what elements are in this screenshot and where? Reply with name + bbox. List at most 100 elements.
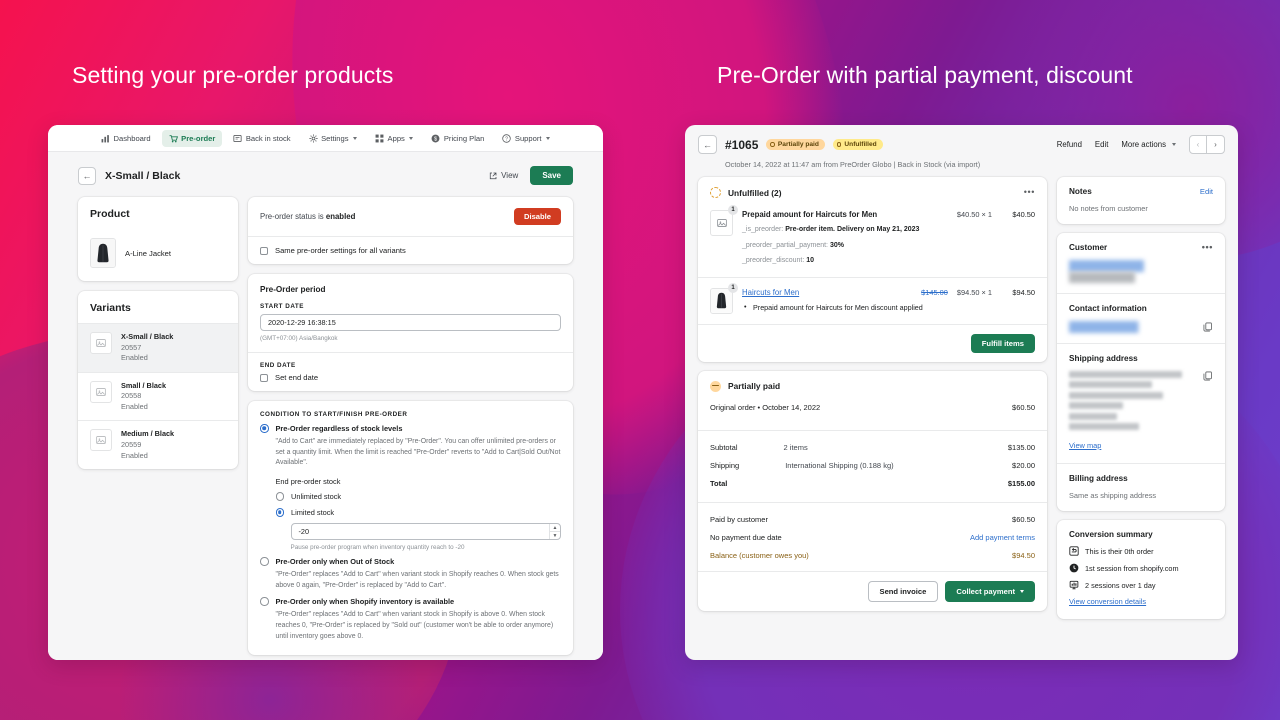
option-label: Pre-Order only when Out of Stock	[275, 557, 395, 567]
edit-button[interactable]: Edit	[1095, 140, 1108, 149]
prev-order-button[interactable]: ‹	[1190, 136, 1207, 153]
end-date-label: END DATE	[260, 362, 296, 369]
nav-item-back-in-stock[interactable]: Back in stock	[226, 130, 297, 147]
condition-option-1[interactable]: Pre-Order regardless of stock levels "Ad…	[260, 424, 561, 551]
stock-option-unlimited[interactable]: Unlimited stock	[275, 492, 562, 502]
add-payment-terms-link[interactable]: Add payment terms	[970, 531, 1035, 545]
status-badge-unfulfilled: Unfulfilled	[832, 139, 883, 150]
view-conversion-details-link[interactable]: View conversion details	[1069, 597, 1146, 606]
order-sidebar: Notes Edit No notes from customer Custom…	[1057, 177, 1225, 628]
same-settings-checkbox-row[interactable]: Same pre-order settings for all variants	[260, 246, 561, 255]
condition-option-3[interactable]: Pre-Order only when Shopify inventory is…	[260, 597, 561, 642]
line-item-quantity-badge: 1	[728, 205, 738, 215]
radio-icon[interactable]	[275, 492, 284, 501]
notes-card: Notes Edit No notes from customer	[1057, 177, 1225, 225]
line-item: 1 Prepaid amount for Haircuts for Men $4…	[698, 200, 1047, 277]
radio-icon[interactable]	[260, 597, 269, 606]
property-value: 30%	[829, 241, 844, 249]
variant-sku: 20558	[121, 391, 142, 401]
stock-option-limited[interactable]: Limited stock	[275, 508, 562, 518]
line-item-name-link[interactable]: Haircuts for Men	[742, 288, 799, 298]
variant-row[interactable]: Small / Black 20558 Enabled	[78, 371, 238, 421]
product-name: A-Line Jacket	[125, 248, 172, 258]
app-top-navigation: Dashboard Pre-order Back in stock Settin…	[48, 125, 603, 152]
gear-icon	[309, 133, 318, 143]
send-invoice-button[interactable]: Send invoice	[867, 581, 939, 603]
nav-label: Apps	[387, 133, 405, 143]
copy-icon[interactable]	[1203, 322, 1213, 332]
back-button[interactable]: ←	[78, 166, 96, 185]
variant-row[interactable]: Medium / Black 20559 Enabled	[78, 420, 238, 469]
chevron-down-icon	[353, 136, 358, 140]
fulfillment-title: Unfulfilled (2)	[728, 187, 782, 198]
next-order-button[interactable]: ›	[1207, 136, 1224, 153]
order-pager[interactable]: ‹ ›	[1189, 135, 1225, 154]
row-label: Balance (customer owes you)	[710, 551, 809, 561]
row-amount: $135.00	[1007, 442, 1035, 452]
condition-option-2[interactable]: Pre-Order only when Out of Stock "Pre-Or…	[260, 557, 561, 591]
stock-quantity-input[interactable]: -20	[290, 523, 561, 541]
save-button[interactable]: Save	[530, 166, 573, 185]
variant-name: Medium / Black	[121, 429, 175, 439]
customer-more-icon[interactable]: •••	[1202, 242, 1213, 252]
status-dot-icon	[770, 142, 775, 147]
row-amount: $20.00	[1012, 461, 1035, 471]
more-actions-button[interactable]: More actions	[1121, 140, 1176, 149]
view-link[interactable]: View	[489, 171, 518, 180]
page-title: X-Small / Black	[105, 169, 181, 182]
timezone-hint: (GMT+07:00) Asia/Bangkok	[260, 335, 338, 342]
stepper-down-icon[interactable]: ▼	[550, 532, 560, 539]
total-row: Total $155.00	[698, 475, 1047, 493]
nav-label: Support	[514, 133, 542, 143]
billing-address-body: Same as shipping address	[1069, 490, 1157, 500]
variant-status: Enabled	[121, 401, 148, 411]
stepper-buttons[interactable]: ▲ ▼	[549, 524, 560, 540]
start-date-label: START DATE	[260, 303, 304, 310]
radio-icon[interactable]	[275, 508, 284, 517]
nav-item-dashboard[interactable]: Dashboard	[94, 130, 158, 147]
nav-item-pre-order[interactable]: Pre-order	[161, 129, 223, 147]
svg-text:?: ?	[505, 136, 508, 142]
subtotal-row: Subtotal 2 items $135.00	[698, 439, 1047, 457]
property-key: _preorder_discount:	[742, 257, 807, 265]
line-item-unit-price: $94.50 × 1	[956, 287, 992, 297]
start-date-input[interactable]: 2020-12-29 16:38:15	[260, 314, 561, 331]
fulfill-items-button[interactable]: Fulfill items	[970, 333, 1035, 353]
variant-status: Enabled	[121, 353, 148, 363]
collect-payment-button[interactable]: Collect payment	[945, 581, 1035, 603]
order-body: Unfulfilled (2) ••• 1 Prepaid amount for…	[685, 177, 1238, 628]
order-back-button[interactable]: ←	[698, 135, 717, 154]
property-value: Pre-order item. Delivery on May 21, 2023	[785, 226, 920, 234]
nav-item-pricing-plan[interactable]: $ Pricing Plan	[424, 130, 491, 147]
headline-right: Pre-Order with partial payment, discount	[717, 62, 1133, 88]
stock-option-label: Limited stock	[291, 508, 335, 518]
variant-row[interactable]: X-Small / Black 20557 Enabled	[78, 323, 238, 372]
radio-icon[interactable]	[260, 557, 269, 566]
row-label: Paid by customer	[710, 514, 768, 524]
radio-icon[interactable]	[260, 424, 269, 433]
line-item-property: _preorder_partial_payment: 30%	[742, 241, 1035, 252]
set-end-date-checkbox-row[interactable]: Set end date	[260, 373, 561, 382]
checkbox-icon[interactable]	[260, 246, 268, 255]
refund-button[interactable]: Refund	[1057, 140, 1082, 149]
row-label: Subtotal	[710, 442, 738, 452]
view-map-link[interactable]: View map	[1069, 441, 1101, 450]
line-item-unit-price: $40.50 × 1	[956, 210, 992, 219]
nav-item-settings[interactable]: Settings	[302, 130, 364, 147]
option-label: Pre-Order regardless of stock levels	[275, 424, 403, 433]
disable-button[interactable]: Disable	[513, 208, 561, 225]
stepper-up-icon[interactable]: ▲	[550, 524, 560, 533]
nav-item-apps[interactable]: Apps	[368, 130, 420, 147]
row-amount: $155.00	[1007, 479, 1035, 489]
checkbox-icon[interactable]	[260, 373, 268, 382]
nav-item-support[interactable]: ? Support	[495, 130, 557, 147]
fulfillment-more-icon[interactable]: •••	[1024, 187, 1035, 197]
copy-icon[interactable]	[1203, 371, 1213, 381]
nav-label: Back in stock	[245, 133, 291, 143]
product-row[interactable]: A-Line Jacket	[78, 229, 238, 281]
shipping-address-title: Shipping address	[1069, 353, 1138, 363]
product-card-title: Product	[90, 208, 130, 220]
original-order-amount: $60.50	[1012, 402, 1035, 412]
option-description: "Add to Cart" are immediately replaced b…	[275, 437, 561, 467]
notes-edit-link[interactable]: Edit	[1200, 187, 1213, 196]
